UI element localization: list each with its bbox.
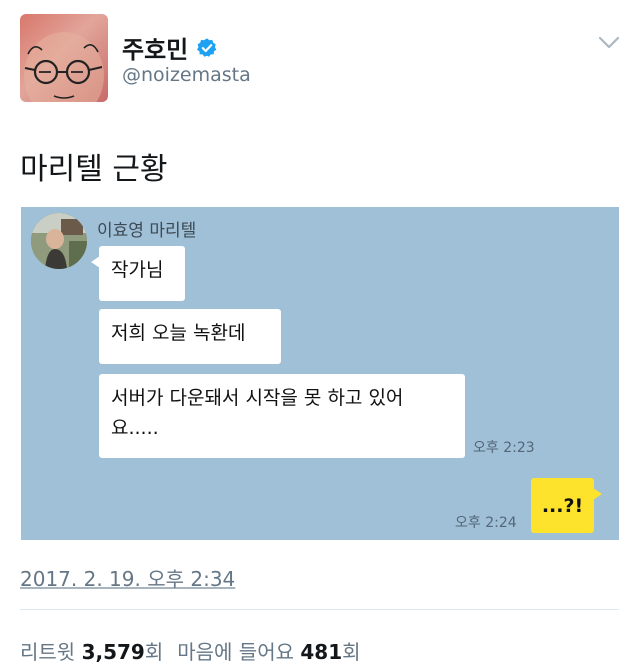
- chevron-down-icon[interactable]: [598, 36, 620, 50]
- chat-message-bubble: 서버가 다운돼서 시작을 못 하고 있어 요.....: [99, 374, 465, 458]
- verified-badge-icon: [197, 37, 217, 57]
- divider: [20, 609, 619, 610]
- chat-message-bubble: 작가님: [91, 246, 185, 301]
- retweet-unit: 회: [144, 640, 164, 664]
- tweet-media-image[interactable]: 이효영 마리텔 작가님 저희 오늘 녹환데 서버가 다운돼서 시작을 못 하고 …: [21, 207, 619, 540]
- reply-message-time: 오후 2:24: [455, 515, 517, 531]
- display-name[interactable]: 주호민: [122, 30, 188, 65]
- retweets-stat[interactable]: 리트윗 3,579회: [20, 640, 163, 664]
- chat-sender-avatar: [31, 213, 87, 269]
- like-count: 481: [300, 640, 343, 664]
- likes-stat[interactable]: 마음에 들어요 481회: [177, 640, 360, 664]
- name-row: 주호민: [122, 30, 218, 65]
- user-handle[interactable]: @noizemasta: [122, 64, 251, 86]
- chat-message-bubble: 저희 오늘 녹환데: [99, 309, 281, 364]
- chat-sender-name: 이효영 마리텔: [97, 221, 197, 241]
- avatar-illustration: [24, 32, 104, 102]
- reply-message-bubble: ...?!: [531, 478, 602, 533]
- incoming-message-time: 오후 2:23: [473, 440, 535, 456]
- retweet-count: 3,579: [81, 640, 145, 664]
- tweet-timestamp-link[interactable]: 2017. 2. 19. 오후 2:34: [20, 563, 235, 592]
- tweet-stats: 리트윗 3,579회 마음에 들어요 481회: [20, 636, 361, 665]
- like-label: 마음에 들어요: [177, 640, 294, 664]
- like-unit: 회: [342, 640, 361, 664]
- retweet-label: 리트윗: [20, 640, 76, 664]
- sender-photo: [31, 213, 87, 269]
- tweet-text: 마리텔 근황: [20, 152, 168, 187]
- profile-avatar[interactable]: [20, 14, 108, 102]
